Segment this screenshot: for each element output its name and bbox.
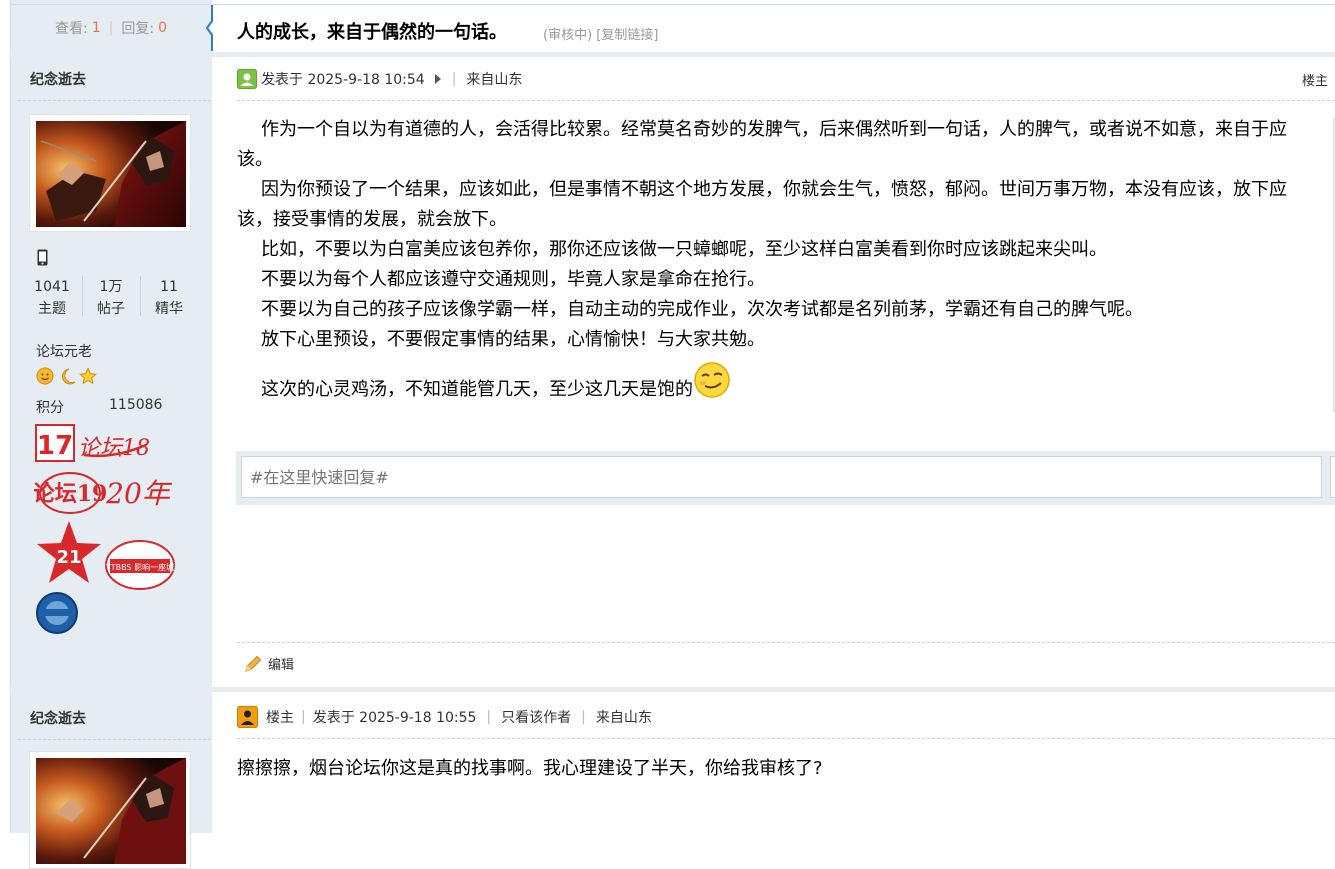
avatar-image [36,758,186,864]
svg-text:21: 21 [56,547,81,568]
floor-badge-label[interactable]: 楼主 [266,707,294,727]
post-paragraph: 比如，不要以为白富美应该包养你，那你还应该做一只蟑螂呢，至少这样白富美看到你时应… [261,239,1107,260]
svg-text:17: 17 [37,431,73,461]
post-content: 作为一个自以为有道德的人，会活得比较累。经常莫名奇妙的发脾气，后来偶然听到一句话… [237,115,1322,405]
post-time: 发表于 2025-9-18 10:55 [312,710,477,726]
stat-topics-label: 主题 [38,301,66,317]
thread-title-meta: (审核中) [复制链接] [543,24,658,43]
thread-stats: 查看: 1 | 回复: 0 [10,4,212,52]
louzhu-badge-icon [237,706,258,728]
author-name[interactable]: 纪念逝去 [30,69,86,89]
post-divider [237,100,1335,101]
author-divider [18,739,211,740]
medal-city-icon[interactable]: YTBBS 影响一座城 [105,540,175,590]
post-paragraph: 因为你预设了一个结果，应该如此，但是事情不朝这个地方发展，你就会生气，愤怒，郁闷… [237,179,1287,230]
smug-emoji-icon [694,362,730,398]
medal-round-icon[interactable] [36,592,78,634]
post-meta: 发表于 2025-9-18 10:54 | 来自山东 [237,69,522,89]
rank-level-icons [36,367,97,385]
meta-divider: | [301,709,306,725]
star-icon [79,367,97,385]
score-label: 积分 [36,400,64,416]
stat-divider [140,276,141,316]
stat-divider [82,276,83,316]
post-paragraph-text: 这次的心灵鸡汤，不知道能管几天，至少这几天是饱的 [261,379,693,400]
medal-17-icon[interactable]: 17 [35,424,75,462]
quick-reply-button[interactable] [1330,456,1335,498]
review-status: (审核中) [543,28,593,43]
caret-right-icon[interactable] [434,74,442,84]
user-rank[interactable]: 论坛元老 [36,341,92,361]
views-label: 查看: [55,21,88,37]
edit-button[interactable]: 编辑 [244,654,294,673]
stat-digest[interactable]: 11 精华 [143,276,195,320]
stat-posts-value: 1万 [99,279,123,295]
medal-20-icon[interactable]: 20年 [105,477,173,510]
quick-reply-input[interactable] [241,456,1322,498]
thread-title: 人的成长，来自于偶然的一句话。 [237,22,507,43]
medals-area: 17 论坛18 论坛19 20年 21 YTBBS 影响一座城 [34,424,175,634]
post-paragraph-last: 这次的心灵鸡汤，不知道能管几天，至少这几天是饱的 [237,361,1322,405]
views-count: 1 [91,20,101,36]
stat-topics-value: 1041 [34,279,70,295]
post-footer-divider [237,642,1335,643]
stat-digest-value: 11 [160,279,178,295]
meta-divider: | [486,709,492,725]
replies-count: 0 [158,20,167,36]
copy-link[interactable]: [复制链接] [596,28,658,43]
stat-posts[interactable]: 1万 帖子 [85,276,137,320]
post-divider [237,738,1335,739]
post-content: 擦擦擦，烟台论坛你这是真的找事啊。我心理建设了半天，你给我审核了? [237,758,823,779]
avatar[interactable] [29,751,191,869]
sun-icon [36,367,54,385]
medal-19-icon[interactable]: 论坛19 [34,472,107,514]
post-paragraph: 放下心里预设，不要假定事情的结果，心情愉快！与大家共勉。 [261,329,765,350]
left-border [10,0,11,833]
avatar-image [36,121,186,227]
stats-divider: | [108,20,114,36]
svg-text:20年: 20年 [105,477,173,510]
edit-label: 编辑 [268,658,295,673]
post-paragraph: 不要以为每个人都应该遵守交通规则，毕竟人家是拿命在抢行。 [261,269,765,290]
header-arrow-icon [206,5,213,51]
stat-digest-label: 精华 [155,301,183,317]
author-divider [18,100,211,101]
post-meta: 楼主 | 发表于 2025-9-18 10:55 | 只看该作者 | 来自山东 [237,706,652,728]
post-time: 发表于 2025-9-18 10:54 [261,72,425,88]
author-name[interactable]: 纪念逝去 [30,708,86,728]
online-user-icon [237,69,257,89]
header-separator [10,52,1335,57]
only-author-link[interactable]: 只看该作者 [501,707,571,727]
medal-18-icon[interactable]: 论坛18 [78,436,150,461]
medal-21-icon[interactable]: 21 [37,521,101,583]
meta-divider: | [581,709,586,725]
score-value: 115086 [109,397,163,413]
replies-label: 回复: [121,21,155,37]
mobile-phone-icon [37,249,48,266]
pencil-icon [245,655,262,672]
meta-divider: | [451,71,457,87]
stat-posts-label: 帖子 [97,301,125,317]
post-separator [10,687,1335,692]
svg-text:论坛18: 论坛18 [78,436,150,461]
svg-text:论坛19: 论坛19 [34,481,107,507]
post-paragraph: 作为一个自以为有道德的人，会活得比较累。经常莫名奇妙的发脾气，后来偶然听到一句话… [237,119,1287,170]
svg-text:YTBBS 影响一座城: YTBBS 影响一座城 [105,562,174,572]
floor-label[interactable]: 楼主 [1302,70,1328,89]
avatar[interactable] [29,114,191,232]
stat-topics[interactable]: 1041 主题 [26,276,78,320]
moon-icon [61,368,76,385]
post-paragraph: 不要以为自己的孩子应该像学霸一样，自动主动的完成作业，次次考试都是名列前茅，学霸… [261,299,1143,320]
post-from: 来自山东 [466,72,523,88]
quick-reply-box [236,451,1335,505]
post-from: 来自山东 [595,710,652,726]
